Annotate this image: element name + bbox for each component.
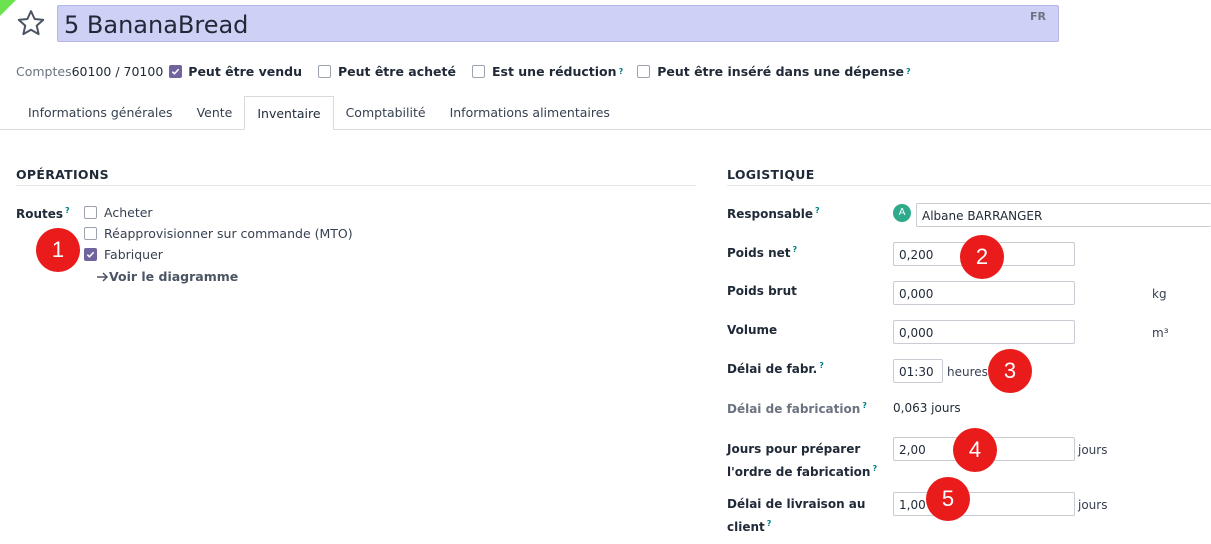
mfg-delay-label: Délai de fabr.? — [727, 361, 824, 376]
product-name-text: 5 BananaBread — [64, 11, 249, 39]
product-options-row: Comptes 60100 / 70100 Peut être vendu Pe… — [16, 62, 911, 80]
volume-unit: m³ — [1152, 326, 1169, 340]
logistics-title: LOGISTIQUE — [727, 167, 815, 182]
annotation-marker-4: 4 — [953, 428, 997, 472]
responsible-label-text: Responsable — [727, 207, 813, 221]
can-be-purchased-checkbox[interactable] — [317, 64, 331, 78]
logistics-divider — [727, 185, 1211, 186]
route-manufacture-label: Fabriquer — [104, 247, 163, 262]
mfg-delay-days-label: Délai de fabrication? — [727, 401, 867, 416]
route-manufacture-checkbox[interactable] — [84, 248, 97, 261]
mfg-delay-days-value: 0,063 jours — [893, 401, 961, 415]
view-diagram-link[interactable]: Voir le diagramme — [96, 269, 238, 284]
annotation-marker-1: 1 — [36, 228, 80, 272]
net-weight-label-text: Poids net — [727, 246, 791, 260]
expense-checkbox[interactable] — [637, 64, 651, 78]
help-tooltip-icon[interactable]: ? — [906, 67, 911, 76]
responsible-label: Responsable? — [727, 206, 820, 221]
accounts-label: Comptes — [16, 63, 72, 79]
operations-title: OPÉRATIONS — [16, 167, 109, 182]
mfg-delay-unit: heures — [947, 365, 988, 379]
prep-days-label-line1: Jours pour préparer — [727, 442, 861, 456]
routes-label: Routes? — [16, 206, 70, 221]
corner-accent — [0, 0, 16, 16]
gross-weight-label: Poids brut — [727, 284, 797, 298]
help-tooltip-icon[interactable]: ? — [815, 206, 820, 215]
route-mto-label: Réapprovisionner sur commande (MTO) — [104, 226, 353, 241]
net-weight-label: Poids net? — [727, 245, 797, 260]
delivery-lead-unit: jours — [1078, 498, 1108, 512]
help-tooltip-icon[interactable]: ? — [619, 67, 624, 76]
annotation-marker-5: 5 — [926, 477, 970, 521]
tab-accounting[interactable]: Comptabilité — [334, 96, 438, 130]
notebook-tabs: Informations générales Vente Inventaire … — [16, 96, 622, 130]
help-tooltip-icon[interactable]: ? — [767, 519, 772, 528]
responsible-input[interactable]: Albane BARRANGER — [916, 203, 1211, 227]
help-tooltip-icon[interactable]: ? — [65, 206, 70, 215]
tab-general-info[interactable]: Informations générales — [16, 96, 185, 130]
favorite-star-icon[interactable] — [16, 8, 46, 38]
help-tooltip-icon[interactable]: ? — [792, 245, 797, 254]
prep-days-unit: jours — [1078, 443, 1108, 457]
gross-weight-input[interactable]: 0,000 — [893, 281, 1075, 305]
annotation-marker-3: 3 — [988, 349, 1032, 393]
weight-unit: kg — [1152, 287, 1167, 301]
product-name-input[interactable]: 5 BananaBread FR — [57, 5, 1059, 42]
mfg-delay-input[interactable]: 01:30 — [893, 359, 943, 383]
routes-list: Acheter Réapprovisionner sur commande (M… — [84, 202, 353, 265]
tab-sales[interactable]: Vente — [185, 96, 245, 130]
can-be-sold-label: Peut être vendu — [188, 63, 302, 79]
language-button[interactable]: FR — [1030, 10, 1046, 23]
help-tooltip-icon[interactable]: ? — [819, 361, 824, 370]
tab-inventory[interactable]: Inventaire — [244, 96, 334, 130]
delivery-label-line1: Délai de livraison au — [727, 497, 866, 511]
accounts-value: 60100 / 70100 — [71, 63, 164, 79]
route-item-manufacture[interactable]: Fabriquer — [84, 244, 353, 265]
route-mto-checkbox[interactable] — [84, 227, 97, 240]
is-discount-label: Est une réduction — [491, 63, 617, 79]
can-be-purchased-label: Peut être acheté — [337, 63, 456, 79]
prep-days-label-line2: l'ordre de fabrication — [727, 465, 871, 479]
operations-divider — [16, 185, 696, 186]
delivery-lead-label: Délai de livraison au client? — [727, 495, 865, 537]
help-tooltip-icon[interactable]: ? — [862, 401, 867, 410]
is-discount-checkbox[interactable] — [471, 64, 485, 78]
delivery-label-line2: client — [727, 520, 765, 534]
route-item-buy[interactable]: Acheter — [84, 202, 353, 223]
expense-label: Peut être inséré dans une dépense — [657, 63, 904, 79]
routes-label-text: Routes — [16, 207, 64, 221]
help-tooltip-icon[interactable]: ? — [872, 464, 877, 473]
prep-days-label: Jours pour préparer l'ordre de fabricati… — [727, 440, 877, 482]
avatar: A — [893, 204, 911, 222]
arrow-right-icon — [97, 271, 109, 282]
tab-food-info[interactable]: Informations alimentaires — [438, 96, 622, 130]
annotation-marker-2: 2 — [960, 235, 1004, 279]
route-item-mto[interactable]: Réapprovisionner sur commande (MTO) — [84, 223, 353, 244]
mfg-delay-label-text: Délai de fabr. — [727, 362, 818, 376]
route-buy-label: Acheter — [104, 205, 153, 220]
mfg-delay-days-label-text: Délai de fabrication — [727, 402, 861, 416]
view-diagram-text: Voir le diagramme — [109, 269, 239, 284]
volume-input[interactable]: 0,000 — [893, 320, 1075, 344]
delivery-lead-input[interactable]: 1,00 — [893, 492, 1075, 516]
volume-label: Volume — [727, 323, 778, 337]
can-be-sold-checkbox[interactable] — [169, 64, 183, 78]
route-buy-checkbox[interactable] — [84, 206, 97, 219]
